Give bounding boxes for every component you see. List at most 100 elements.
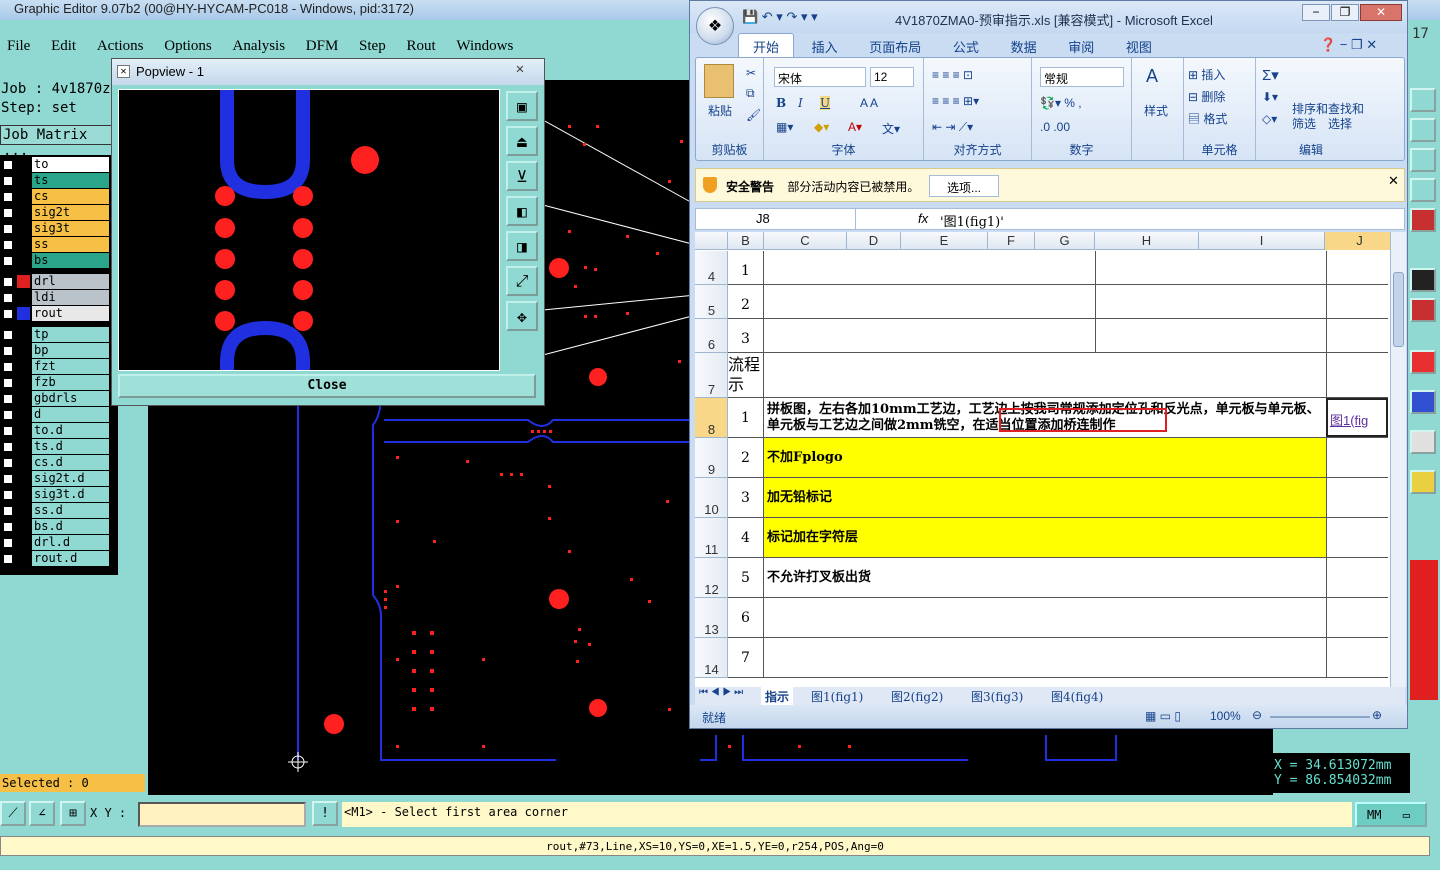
column-header-g[interactable]: G (1035, 232, 1095, 250)
table-row[interactable]: 1 (728, 251, 1388, 285)
units-button[interactable]: MM ▭ (1355, 802, 1427, 827)
layer-checkbox[interactable] (3, 208, 13, 218)
layer-row[interactable]: gbdrls (0, 391, 115, 406)
popview-zoom-icon[interactable]: ▣ (506, 91, 538, 121)
border-icon[interactable]: ▦▾ (776, 120, 793, 134)
popview-move-icon[interactable]: ✥ (506, 301, 538, 331)
instruction-cell[interactable]: 加无铅标记 (764, 478, 1326, 517)
column-header-h[interactable]: H (1095, 232, 1199, 250)
grid-icon[interactable]: ⊞ (60, 801, 86, 826)
layer-row[interactable]: rout.d (0, 551, 115, 566)
row-header[interactable]: 11 (695, 518, 728, 558)
tool-icon-8[interactable] (1410, 350, 1436, 374)
layer-row[interactable]: sig3t (0, 221, 115, 236)
scroll-thumb[interactable] (1393, 272, 1404, 347)
layer-row[interactable]: bp (0, 343, 115, 358)
instruction-cell[interactable]: 不允许打叉板出货 (764, 558, 1326, 597)
layer-checkbox[interactable] (3, 277, 13, 287)
column-header-e[interactable]: E (901, 232, 988, 250)
sheet-tab[interactable]: 图4(fig4) (1047, 687, 1107, 705)
menu-windows[interactable]: Windows (456, 38, 513, 55)
decimal-icon[interactable]: .0 .00 (1040, 120, 1070, 134)
item-number-cell[interactable]: 3 (728, 319, 764, 352)
styles-button[interactable]: 样式 (1144, 102, 1168, 119)
popview-pan-down-icon[interactable]: ⊻ (506, 161, 538, 191)
layer-checkbox[interactable] (3, 176, 13, 186)
column-header-c[interactable]: C (764, 232, 847, 250)
layer-checkbox[interactable] (3, 346, 13, 356)
layer-checkbox[interactable] (3, 256, 13, 266)
layer-row[interactable]: cs (0, 189, 115, 204)
item-number-cell[interactable]: 7 (728, 638, 764, 677)
column-j-cell[interactable] (1326, 478, 1388, 517)
column-header-f[interactable]: F (988, 232, 1035, 250)
copy-icon[interactable]: ⧉ (746, 86, 755, 101)
layer-row[interactable]: ss.d (0, 503, 115, 518)
instruction-cell[interactable] (764, 598, 1326, 637)
snap-icon[interactable]: ⟋ (0, 801, 26, 826)
layer-row[interactable]: ss (0, 237, 115, 252)
item-number-cell[interactable]: 流程 示 (728, 353, 764, 397)
layer-row[interactable]: sig3t.d (0, 487, 115, 502)
popview-pan-left-icon[interactable]: ◧ (506, 196, 538, 226)
currency-icon[interactable]: 💱▾ % , (1040, 96, 1082, 110)
item-number-cell[interactable]: 5 (728, 558, 764, 597)
format-painter-icon[interactable]: 🖌 (746, 108, 761, 122)
layer-row[interactable]: d (0, 407, 115, 422)
layer-row[interactable]: ts (0, 173, 115, 188)
layer-checkbox[interactable] (3, 554, 13, 564)
item-number-cell[interactable]: 1 (728, 398, 764, 437)
instruction-cell[interactable] (764, 638, 1326, 677)
menu-file[interactable]: File (7, 38, 30, 55)
security-close-icon[interactable]: ✕ (1388, 173, 1399, 189)
formula-input[interactable]: '图1(fig1)' (934, 209, 1004, 230)
indent-icon[interactable]: ⇤ ⇥ ⟋▾ (932, 120, 973, 135)
column-j-cell[interactable] (1326, 598, 1388, 637)
cut-icon[interactable]: ✂ (746, 66, 756, 80)
menu-step[interactable]: Step (359, 38, 386, 55)
layer-checkbox[interactable] (3, 538, 13, 548)
tab-data[interactable]: 数据 (997, 34, 1051, 59)
tool-icon-6[interactable] (1410, 268, 1436, 292)
insert-cells-button[interactable]: ⊞ 插入 (1188, 66, 1225, 83)
name-box[interactable]: J8 (696, 209, 856, 229)
security-options-button[interactable]: 选项... (929, 175, 999, 197)
row-header[interactable]: 14 (695, 638, 728, 678)
instruction-cell[interactable] (764, 251, 1326, 284)
layer-row[interactable]: drl (0, 274, 115, 289)
grow-font-icon[interactable]: A A (860, 96, 878, 110)
column-j-cell[interactable] (1326, 518, 1388, 557)
item-number-cell[interactable]: 2 (728, 285, 764, 318)
instruction-cell[interactable] (764, 353, 1326, 397)
layer-checkbox[interactable] (3, 522, 13, 532)
row-header[interactable]: 8 (695, 398, 728, 438)
layer-row[interactable]: cs.d (0, 455, 115, 470)
bold-button[interactable]: B (776, 96, 786, 110)
layer-row[interactable]: sig2t.d (0, 471, 115, 486)
align-left-icon[interactable]: ≡ ≡ ≡ ⊞▾ (932, 94, 979, 108)
font-name-box[interactable]: 宋体 (774, 67, 866, 87)
delete-cells-button[interactable]: ⊟ 删除 (1188, 88, 1225, 105)
angle-icon[interactable]: ∠ (29, 801, 55, 826)
menu-actions[interactable]: Actions (97, 38, 144, 55)
paste-icon[interactable] (704, 64, 734, 98)
sheet-tab[interactable]: 指示 (761, 687, 794, 705)
table-row[interactable]: 流程 示 (728, 353, 1388, 398)
tool-icon-9[interactable] (1410, 390, 1436, 414)
layer-checkbox[interactable] (3, 293, 13, 303)
menu-rout[interactable]: Rout (406, 38, 435, 55)
popview-close-x[interactable]: ✕ (504, 61, 536, 79)
close-button[interactable]: ✕ (1360, 4, 1402, 21)
popview-pan-up-icon[interactable]: ⏏ (506, 126, 538, 156)
item-number-cell[interactable]: 2 (728, 438, 764, 477)
help-icon[interactable]: ❓ − ❐ ✕ (1320, 37, 1377, 53)
item-number-cell[interactable]: 3 (728, 478, 764, 517)
italic-button[interactable]: I (798, 96, 803, 110)
layer-checkbox[interactable] (3, 192, 13, 202)
column-j-cell[interactable] (1326, 558, 1388, 597)
column-header-j[interactable]: J (1325, 232, 1390, 250)
tab-insert[interactable]: 插入 (798, 34, 852, 59)
instruction-cell[interactable] (764, 319, 1326, 352)
popview-canvas[interactable] (118, 89, 500, 371)
view-buttons-icon[interactable]: ▦ ▭ ▯ (1145, 709, 1181, 723)
